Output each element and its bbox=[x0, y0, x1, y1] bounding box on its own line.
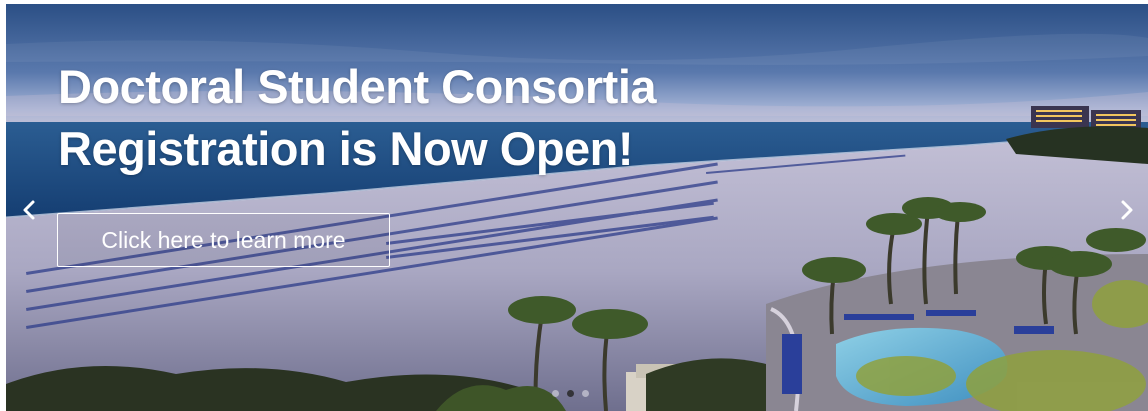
hero-carousel: Doctoral Student Consortia Registration … bbox=[6, 4, 1148, 411]
carousel-dot[interactable] bbox=[552, 390, 559, 397]
carousel-indicators bbox=[552, 390, 589, 397]
carousel-prev-button[interactable] bbox=[16, 194, 42, 226]
chevron-left-icon bbox=[23, 200, 35, 220]
headline-line-2: Registration is Now Open! bbox=[58, 122, 634, 175]
carousel-next-button[interactable] bbox=[1114, 194, 1140, 226]
learn-more-button[interactable]: Click here to learn more bbox=[57, 213, 390, 267]
carousel-dot-active[interactable] bbox=[567, 390, 574, 397]
slide-caption: Doctoral Student Consortia Registration … bbox=[58, 56, 657, 180]
carousel-dot[interactable] bbox=[582, 390, 589, 397]
headline-line-1: Doctoral Student Consortia bbox=[58, 60, 657, 113]
chevron-right-icon bbox=[1121, 200, 1133, 220]
